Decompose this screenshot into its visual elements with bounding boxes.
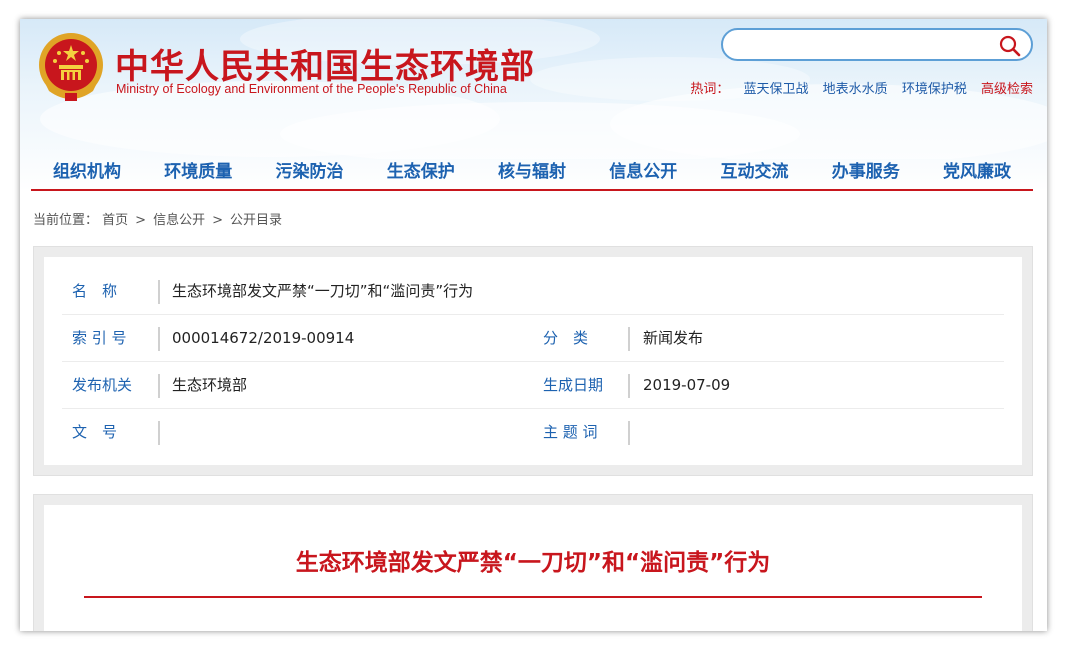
national-emblem-icon [39,33,103,101]
site-header: 中华人民共和国生态环境部 Ministry of Ecology and Env… [20,19,1047,191]
hot-words: 热词： 蓝天保卫战 地表水水质 环境保护税 高级检索 [690,78,1033,97]
search-input[interactable] [737,35,987,55]
index-label: 索 引 号 [72,329,127,347]
nav-item-organization[interactable]: 组织机构 [53,159,121,189]
nav-item-pollution-control[interactable]: 污染防治 [276,159,344,189]
category-value: 新闻发布 [643,329,704,347]
search-icon[interactable] [999,35,1021,57]
hot-link-surface-water[interactable]: 地表水水质 [823,82,888,97]
nav-item-nuclear-radiation[interactable]: 核与辐射 [498,159,566,189]
publisher-label: 发布机关 [72,376,133,394]
name-value: 生态环境部发文严禁“一刀切”和“滥问责”行为 [172,282,474,300]
breadcrumb-catalog[interactable]: 公开目录 [230,213,282,228]
docno-label: 文 号 [72,423,118,441]
date-value: 2019-07-09 [643,376,731,394]
meta-row-index: 索 引 号 000014672/2019-00914 分 类 新闻发布 [62,315,1004,362]
site-title[interactable]: 中华人民共和国生态环境部 [115,39,535,88]
meta-row-publisher: 发布机关 生态环境部 生成日期 2019-07-09 [62,362,1004,409]
nav-item-ecological-protection[interactable]: 生态保护 [387,159,455,189]
breadcrumb-home[interactable]: 首页 [102,213,128,228]
divider [628,327,630,351]
nav-item-services[interactable]: 办事服务 [832,159,900,189]
date-label: 生成日期 [543,376,604,394]
divider [628,374,630,398]
article-body: 生态环境部发文严禁“一刀切”和“滥问责”行为 [44,505,1022,631]
name-label: 名 称 [72,282,118,300]
meta-row-name: 名 称 生态环境部发文严禁“一刀切”和“滥问责”行为 [62,268,1004,315]
hot-words-label: 热词： [690,82,730,97]
nav-item-interaction[interactable]: 互动交流 [721,159,789,189]
hot-link-env-tax[interactable]: 环境保护税 [902,82,967,97]
metadata-table: 名 称 生态环境部发文严禁“一刀切”和“滥问责”行为 索 引 号 0000146… [44,257,1022,465]
title-divider [84,596,982,598]
nav-item-environment-quality[interactable]: 环境质量 [164,159,232,189]
nav-item-party-integrity[interactable]: 党风廉政 [943,159,1011,189]
metadata-panel: 名 称 生态环境部发文严禁“一刀切”和“滥问责”行为 索 引 号 0000146… [33,246,1033,476]
publisher-value: 生态环境部 [172,376,248,394]
breadcrumb-separator: > [135,213,147,228]
divider [158,280,160,304]
breadcrumb: 当前位置： 首页 > 信息公开 > 公开目录 [33,209,282,228]
search-box [721,28,1033,61]
breadcrumb-label: 当前位置： [33,213,99,228]
nav-item-information-disclosure[interactable]: 信息公开 [609,159,677,189]
divider [158,374,160,398]
article-title: 生态环境部发文严禁“一刀切”和“滥问责”行为 [295,550,771,576]
divider [158,327,160,351]
meta-row-docno: 文 号 主 题 词 [62,409,1004,456]
page-frame: 中华人民共和国生态环境部 Ministry of Ecology and Env… [20,19,1047,631]
index-value: 000014672/2019-00914 [172,329,355,347]
site-subtitle: Ministry of Ecology and Environment of t… [116,82,507,96]
category-label: 分 类 [543,329,589,347]
divider [628,421,630,445]
breadcrumb-info-disclosure[interactable]: 信息公开 [153,213,205,228]
topic-label: 主 题 词 [543,423,598,441]
hot-link-blue-sky[interactable]: 蓝天保卫战 [744,82,809,97]
divider [158,421,160,445]
advanced-search-link[interactable]: 高级检索 [981,82,1033,97]
breadcrumb-separator: > [212,213,223,228]
main-nav: 组织机构 环境质量 污染防治 生态保护 核与辐射 信息公开 互动交流 办事服务 … [31,159,1033,191]
article-panel: 生态环境部发文严禁“一刀切”和“滥问责”行为 [33,494,1033,631]
